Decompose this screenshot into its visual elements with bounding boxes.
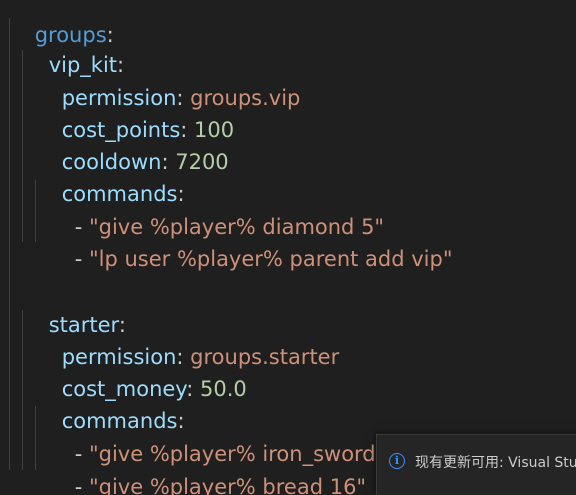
code-line: - "give %player% bread 16" (48, 439, 366, 495)
code-line: cost_money: 50.0 (35, 341, 247, 401)
update-notification[interactable]: i 现有更新可用: Visual Studio Code (376, 434, 576, 495)
notification-message: 现有更新可用: Visual Studio Code (415, 455, 576, 471)
code-line: - "lp user %player% parent add vip" (48, 211, 453, 271)
code-editor[interactable]: groups: vip_kit: permission: groups.vip … (0, 0, 576, 495)
indent-guide (9, 18, 10, 470)
yaml-number-value: 50.0 (199, 377, 247, 401)
info-icon: i (389, 453, 405, 469)
code-line: permission: groups.starter (35, 309, 340, 369)
yaml-list-dash: - (74, 247, 89, 271)
code-line: permission: groups.vip (35, 50, 301, 110)
code-line: starter: (22, 277, 126, 337)
yaml-colon: : (186, 377, 200, 401)
yaml-string-value: "give %player% bread 16" (88, 475, 367, 495)
code-line: vip_kit: (22, 17, 124, 77)
code-line: commands: (35, 373, 185, 433)
code-line: cost_points: 100 (35, 82, 234, 142)
code-line: cooldown: 7200 (35, 114, 229, 174)
yaml-string-value: "lp user %player% parent add vip" (88, 247, 453, 271)
code-line: - "give %player% diamond 5" (48, 179, 384, 239)
yaml-list-dash: - (74, 475, 89, 495)
code-line: - "give %player% iron_sword 1" (48, 406, 406, 466)
code-line: commands: (35, 146, 185, 206)
